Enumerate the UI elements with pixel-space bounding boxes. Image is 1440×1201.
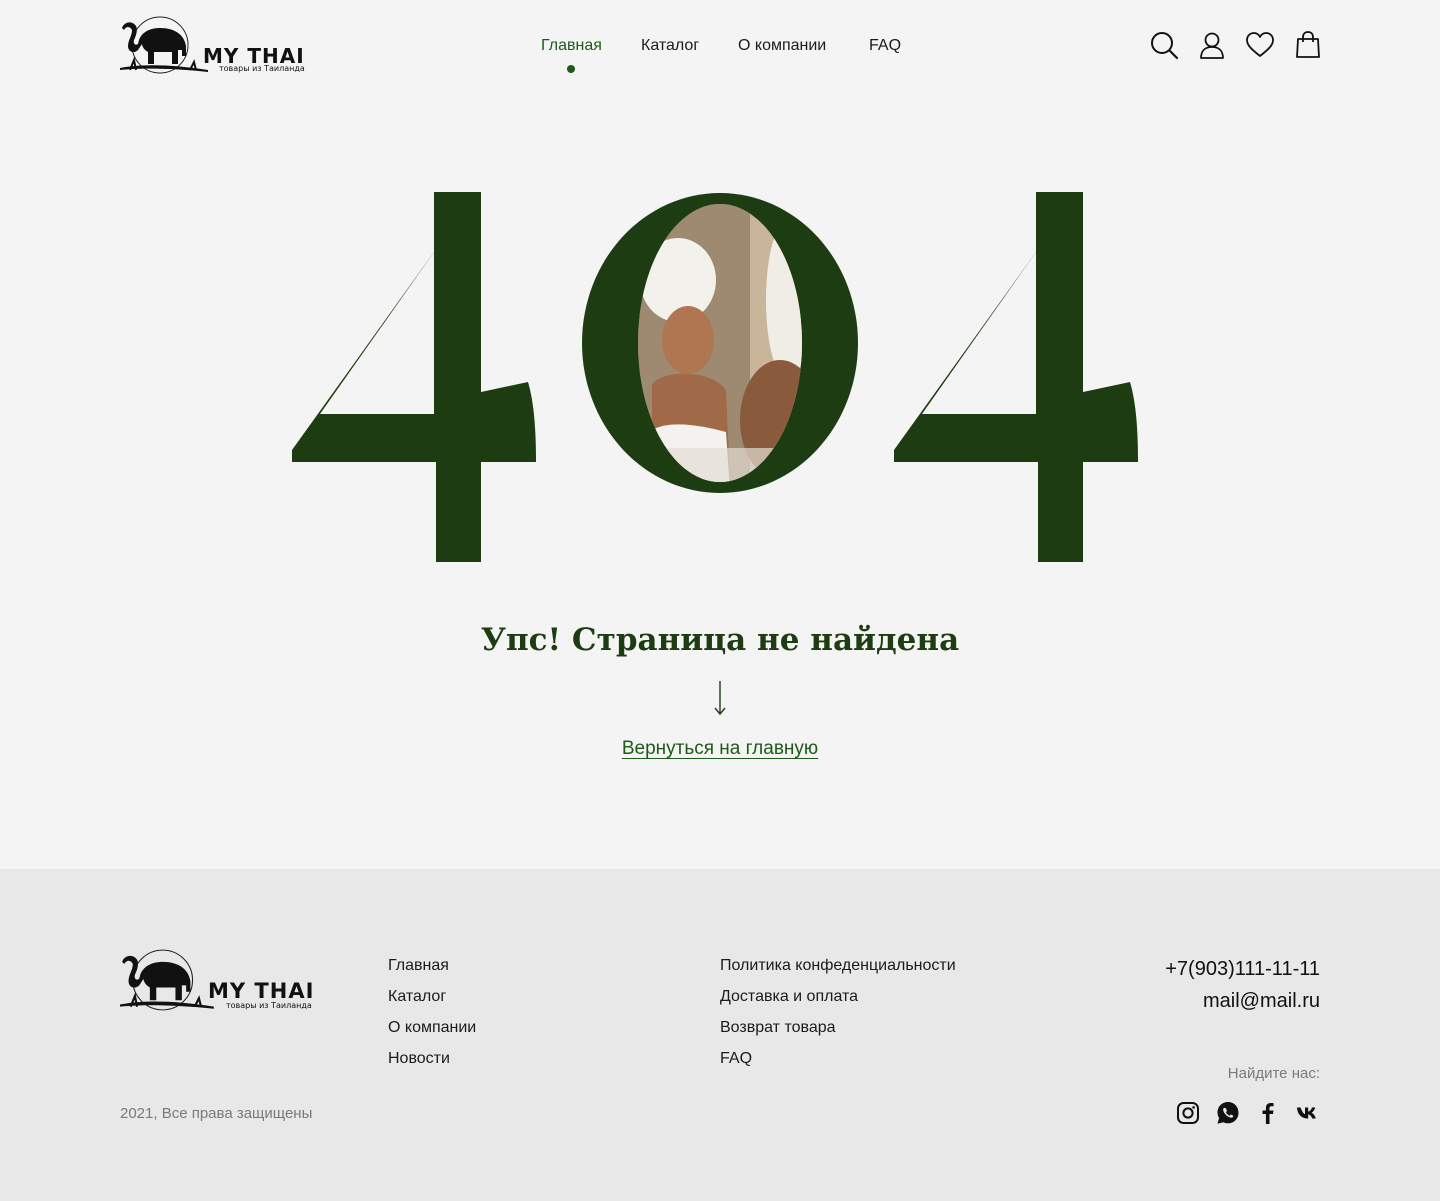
footer-link-returns[interactable]: Возврат товара [720,1012,956,1043]
footer-link-about[interactable]: О компании [388,1012,476,1043]
nav-item-about[interactable]: О компании [738,37,826,55]
nav-item-catalog[interactable]: Каталог [641,37,699,55]
facebook-icon[interactable] [1256,1101,1280,1125]
elephant-logo-icon [120,16,208,74]
error-title: Упс! Страница не найдена [480,622,960,658]
nav-item-home[interactable]: Главная [541,37,602,55]
header-logo[interactable]: MY THAI товары из Таиланда [120,16,310,74]
digit-4-left [292,192,536,562]
phone-link[interactable]: +7(903)111-11-11 [1165,953,1320,985]
instagram-icon[interactable] [1176,1101,1200,1125]
footer-link-home[interactable]: Главная [388,950,476,981]
footer-link-news[interactable]: Новости [388,1043,476,1074]
user-icon[interactable] [1197,30,1227,60]
logo-brand: MY THAI [208,979,315,1003]
footer-link-catalog[interactable]: Каталог [388,981,476,1012]
arrow-down-icon [714,681,726,716]
digit-0-photo [582,193,858,493]
whatsapp-icon[interactable] [1216,1101,1240,1125]
footer-logo[interactable]: MY THAI товары из Таиланда [120,949,320,1011]
nav-item-faq[interactable]: FAQ [869,37,901,55]
social-links [1176,1101,1320,1125]
email-link[interactable]: mail@mail.ru [1165,985,1320,1017]
active-nav-indicator [567,65,575,73]
vk-icon[interactable] [1296,1101,1320,1125]
back-home-link[interactable]: Вернуться на главную [622,738,818,759]
find-us-label: Найдите нас: [1227,1065,1320,1082]
footer-info: Политика конфеденциальности Доставка и о… [720,950,956,1074]
error-code-404 [280,180,1160,580]
cart-icon[interactable] [1293,30,1323,60]
logo-tagline: товары из Таиланда [219,64,305,73]
logo-tagline: товары из Таиланда [226,1001,312,1010]
footer-link-privacy[interactable]: Политика конфеденциальности [720,950,956,981]
site-header: MY THAI товары из Таиланда Главная Катал… [0,0,1440,100]
back-home-wrapper: Вернуться на главную [0,738,1440,760]
footer-link-faq[interactable]: FAQ [720,1043,956,1074]
heart-icon[interactable] [1245,30,1275,60]
footer-contacts: +7(903)111-11-11 mail@mail.ru [1165,953,1320,1017]
footer-menu: Главная Каталог О компании Новости [388,950,476,1074]
copyright: 2021, Все права защищены [120,1105,313,1122]
site-footer: MY THAI товары из Таиланда Главная Катал… [0,869,1440,1201]
elephant-logo-icon [120,949,214,1011]
search-icon[interactable] [1149,30,1179,60]
digit-4-right [894,192,1138,562]
footer-link-delivery[interactable]: Доставка и оплата [720,981,956,1012]
